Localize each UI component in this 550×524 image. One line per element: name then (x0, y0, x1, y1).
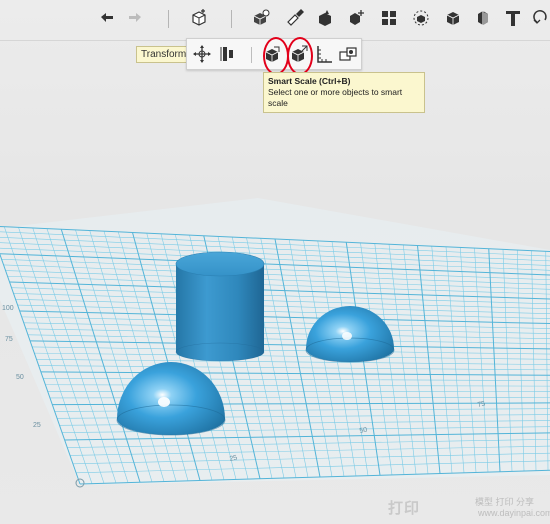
cylinder-object[interactable] (175, 251, 265, 362)
snap-icon[interactable] (442, 7, 464, 29)
smart-scale-tooltip-description: Select one or more objects to smart scal… (268, 87, 403, 108)
undo-icon[interactable] (96, 7, 118, 29)
watermark-text: 打印 (388, 500, 421, 517)
transform-tooltip: Transform (136, 46, 192, 63)
redo-icon[interactable] (124, 7, 146, 29)
axis-label-left-50: 50 (16, 374, 24, 381)
highlight-circle-smart-scale (287, 37, 313, 75)
smart-scale-tooltip-title: Smart Scale (Ctrl+B) (268, 76, 351, 86)
axis-label-left-100: 100 (2, 305, 14, 312)
group-icon[interactable] (345, 7, 367, 29)
combine-icon[interactable] (378, 7, 400, 29)
axis-label-left-25: 25 (33, 422, 41, 429)
axis-label-left-75: 75 (5, 336, 13, 343)
pattern-icon[interactable] (314, 7, 336, 29)
smart-scale-tooltip: Smart Scale (Ctrl+B) Select one or more … (263, 72, 425, 113)
move-icon[interactable] (191, 43, 213, 65)
modify-icon[interactable] (284, 7, 306, 29)
main-toolbar (0, 0, 550, 41)
watermark-subtext: 模型 打印 分享 (475, 497, 535, 507)
3d-modeling-app: 100 75 50 25 25 50 75 Transform Smart Sc… (0, 0, 550, 524)
ruler-icon[interactable] (313, 43, 335, 65)
dimension-icon[interactable] (337, 43, 359, 65)
align-icon[interactable] (217, 43, 239, 65)
help-icon[interactable] (530, 7, 550, 29)
primitives-icon[interactable] (188, 7, 210, 29)
watermark-url: www.dayinpai.com (478, 508, 550, 518)
material-icon[interactable] (472, 7, 494, 29)
highlight-circle-scale (263, 37, 289, 75)
construct-icon[interactable] (250, 7, 272, 29)
text-icon[interactable] (502, 7, 524, 29)
measure-icon[interactable] (410, 7, 432, 29)
